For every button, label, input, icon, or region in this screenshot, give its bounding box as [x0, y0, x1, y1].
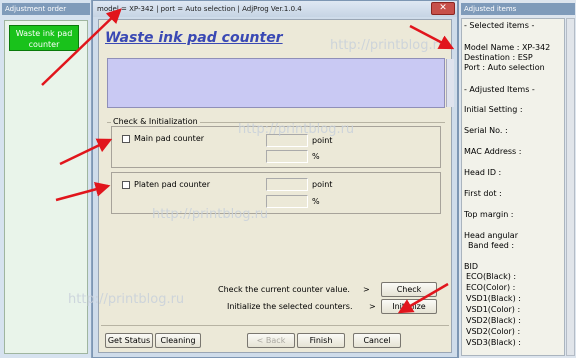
adjusted-items-window: Adjusted items - Selected items - Model … [458, 0, 576, 358]
group-label: Check & Initialization [111, 117, 200, 126]
list-item: MAC Address : [464, 147, 522, 156]
list-item: VSD1(Color) : [466, 305, 521, 314]
list-item: VSD3(Black) : [466, 338, 521, 347]
list-item: ECO(Black) : [466, 272, 517, 281]
main-pad-point-unit: point [312, 136, 333, 145]
adjustment-order-window: Adjustment order Waste ink pad counter [0, 0, 92, 358]
list-item: First dot : [464, 189, 502, 198]
left-window-title: Adjustment order [2, 3, 90, 15]
list-item: Head ID : [464, 168, 502, 177]
list-item: Model Name : XP-342 [464, 43, 551, 52]
list-item: Destination : ESP [464, 53, 533, 62]
bottom-divider [101, 325, 449, 326]
platen-pad-box: Platen pad counter point % [111, 172, 441, 214]
close-button[interactable]: ✕ [431, 2, 455, 15]
adjprog-dialog: model = XP-342 | port = Auto selection |… [92, 0, 458, 358]
list-item: Initial Setting : [464, 105, 523, 114]
list-item: BID [464, 262, 479, 271]
message-scrollbar[interactable] [446, 59, 454, 107]
check-instruction: Check the current counter value. [218, 285, 350, 294]
main-pad-percent-field [266, 150, 308, 163]
initialize-button[interactable]: Initialize [381, 299, 437, 314]
initialize-instruction: Initialize the selected counters. [227, 302, 353, 311]
platen-pad-checkbox[interactable] [122, 181, 130, 189]
initialize-arrow: > [369, 302, 376, 311]
cleaning-button[interactable]: Cleaning [155, 333, 201, 348]
message-area [107, 58, 454, 108]
waste-ink-pad-counter-button[interactable]: Waste ink pad counter [9, 25, 79, 51]
adjusted-items-list: - Selected items - Model Name : XP-342 D… [461, 18, 565, 356]
list-item: - Selected items - [464, 21, 535, 30]
main-pad-box: Main pad counter point % [111, 126, 441, 168]
check-arrow: > [363, 285, 370, 294]
list-item: Head angular [464, 231, 518, 240]
platen-pad-label: Platen pad counter [134, 180, 211, 189]
get-status-button[interactable]: Get Status [105, 333, 153, 348]
main-pad-checkbox[interactable] [122, 135, 130, 143]
right-window-scrollbar[interactable] [566, 18, 575, 356]
platen-pad-point-field [266, 178, 308, 191]
dialog-client-area: Waste ink pad counter Check & Initializa… [98, 19, 454, 353]
platen-pad-point-unit: point [312, 180, 333, 189]
platen-pad-percent-field [266, 195, 308, 208]
left-window-body: Waste ink pad counter [4, 20, 88, 354]
list-item: VSD2(Color) : [466, 327, 521, 336]
main-pad-percent-unit: % [312, 152, 320, 161]
dialog-title: model = XP-342 | port = Auto selection |… [93, 1, 457, 17]
finish-button[interactable]: Finish [297, 333, 345, 348]
list-item: Band feed : [468, 241, 515, 250]
back-button[interactable]: < Back [247, 333, 295, 348]
cancel-button[interactable]: Cancel [353, 333, 401, 348]
check-button[interactable]: Check [381, 282, 437, 297]
page-title: Waste ink pad counter [105, 30, 283, 46]
list-item: ECO(Color) : [466, 283, 516, 292]
list-item: VSD1(Black) : [466, 294, 521, 303]
list-item: VSD2(Black) : [466, 316, 521, 325]
platen-pad-percent-unit: % [312, 197, 320, 206]
list-item: - Adjusted Items - [464, 85, 535, 94]
list-item: Port : Auto selection [464, 63, 545, 72]
main-pad-label: Main pad counter [134, 134, 205, 143]
list-item: Serial No. : [464, 126, 508, 135]
main-pad-point-field [266, 134, 308, 147]
right-window-title: Adjusted items [461, 3, 575, 15]
list-item: Top margin : [464, 210, 514, 219]
